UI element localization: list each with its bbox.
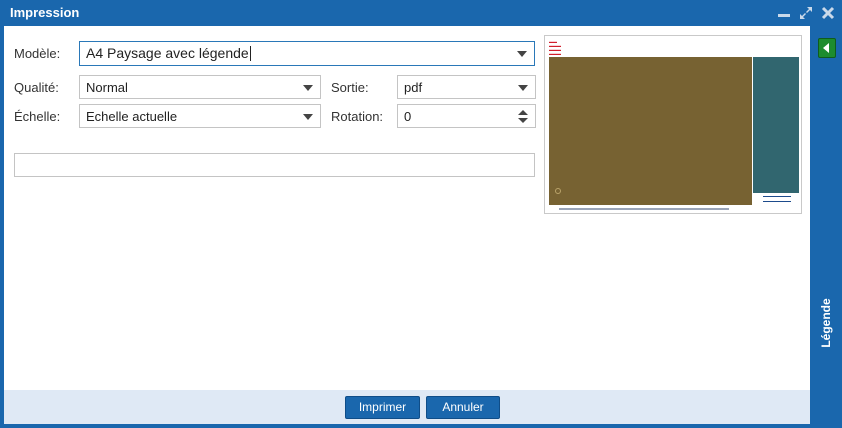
sortie-select[interactable]: pdf [397, 75, 536, 99]
rotation-value: 0 [404, 109, 412, 124]
chevron-down-icon[interactable] [303, 114, 313, 120]
legend-toggle-button[interactable] [818, 38, 836, 58]
preview-map [549, 57, 752, 205]
print-button[interactable]: Imprimer [345, 396, 420, 419]
qualite-label: Qualité: [14, 80, 59, 95]
print-dialog: Impression Modèle: A4 Paysage avec légen… [0, 0, 842, 428]
echelle-select[interactable]: Echelle actuelle [79, 104, 321, 128]
echelle-value: Echelle actuelle [86, 109, 178, 124]
qualite-select[interactable]: Normal [79, 75, 321, 99]
dialog-title: Impression [10, 5, 80, 20]
modele-select[interactable]: A4 Paysage avec légende [79, 41, 535, 66]
preview-footer-text [559, 208, 729, 210]
rotation-stepper[interactable]: 0 [397, 104, 536, 128]
echelle-label: Échelle: [14, 109, 61, 124]
modele-label: Modèle: [14, 46, 61, 61]
sortie-value: pdf [404, 80, 423, 95]
sortie-label: Sortie: [331, 80, 369, 95]
dialog-footer: Imprimer Annuler [4, 390, 810, 424]
preview-scale-bar [763, 196, 791, 202]
cancel-button[interactable]: Annuler [426, 396, 500, 419]
maximize-icon[interactable] [798, 5, 814, 21]
modele-value: A4 Paysage avec légende [86, 45, 249, 61]
print-preview: ▬▬ ▬▬▬ ▬▬▬ ▬▬▬ [544, 35, 802, 214]
spin-down-icon[interactable] [518, 118, 528, 123]
chevron-down-icon[interactable] [518, 85, 528, 91]
arrow-left-icon [823, 43, 829, 53]
chevron-down-icon[interactable] [517, 51, 527, 57]
title-bar[interactable]: Impression [0, 0, 842, 26]
legend-panel-collapsed[interactable]: Légende [810, 26, 842, 390]
chevron-down-icon[interactable] [303, 85, 313, 91]
preview-legend-panel [753, 57, 799, 193]
rotation-label: Rotation: [331, 109, 384, 124]
comment-input[interactable] [14, 153, 535, 177]
minimize-icon[interactable] [776, 5, 792, 21]
compass-icon [555, 188, 561, 194]
legend-panel-label: Légende [819, 298, 833, 348]
preview-logo: ▬▬ ▬▬▬ ▬▬▬ ▬▬▬ [549, 39, 561, 56]
text-cursor [249, 46, 251, 61]
close-icon[interactable] [820, 5, 836, 21]
qualite-value: Normal [86, 80, 128, 95]
spin-up-icon[interactable] [518, 110, 528, 115]
